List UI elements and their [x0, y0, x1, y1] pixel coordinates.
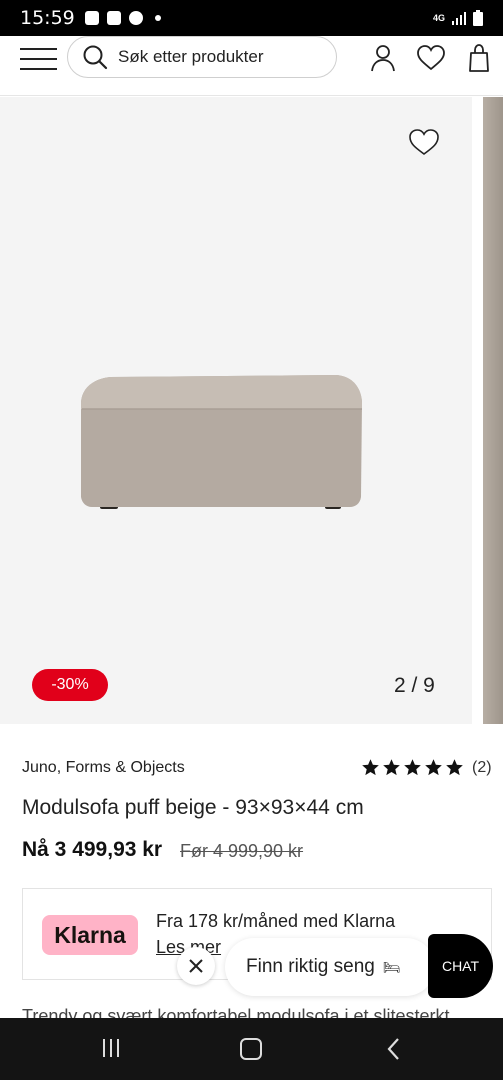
review-count: (2) [472, 758, 492, 776]
back-icon[interactable] [384, 1037, 404, 1061]
star-icon [425, 759, 442, 776]
gallery-next-image-peek[interactable] [483, 97, 503, 724]
status-bar: 15:59 4G [0, 0, 503, 36]
recent-apps-button[interactable] [100, 1037, 122, 1059]
product-title: Modulsofa puff beige - 93×93×44 cm [22, 796, 364, 819]
star-icon [383, 759, 400, 776]
gallery-gap [472, 97, 483, 724]
gallery-counter: 2 / 9 [394, 674, 435, 697]
chat-notification-icon [128, 11, 143, 25]
brand-name[interactable]: Juno, Forms & Objects [22, 759, 185, 777]
star-icon [362, 759, 379, 776]
star-icon [446, 759, 463, 776]
current-price: Nå 3 499,93 kr [22, 838, 163, 861]
menu-icon[interactable] [20, 46, 57, 72]
favorite-heart-icon[interactable] [408, 127, 440, 157]
search-placeholder: Søk etter produkter [118, 47, 264, 66]
status-time: 15:59 [20, 7, 75, 29]
gallery-main-image[interactable] [0, 97, 472, 724]
heart-icon[interactable] [416, 43, 446, 73]
close-icon [189, 959, 203, 973]
close-widget-button[interactable] [177, 947, 215, 985]
status-right: 4G [433, 10, 483, 26]
system-nav-bar [0, 1018, 503, 1080]
app-notification-icon [106, 11, 121, 25]
bag-icon[interactable] [464, 43, 494, 73]
klarna-logo: Klarna [42, 915, 138, 955]
gallery-notification-icon [84, 11, 99, 25]
find-bed-button[interactable]: Finn riktig seng 🛏 [225, 938, 435, 996]
signal-icon [452, 12, 466, 25]
bed-icon: 🛏 [382, 958, 401, 975]
original-price: Før 4 999,90 kr [180, 841, 304, 861]
site-header: Søk etter produkter [0, 36, 503, 96]
battery-icon [473, 10, 483, 26]
chat-button[interactable]: CHAT [428, 934, 493, 998]
find-bed-label: Finn riktig seng [246, 956, 375, 977]
search-icon [83, 45, 108, 70]
product-image [81, 375, 362, 509]
klarna-text: Fra 178 kr/måned med Klarna [156, 911, 396, 931]
star-icon [404, 759, 421, 776]
rating[interactable]: (2) [361, 758, 492, 777]
more-notifications-icon [154, 15, 161, 21]
discount-badge: -30% [32, 669, 108, 701]
account-icon[interactable] [368, 43, 398, 73]
product-gallery[interactable]: -30% 2 / 9 [0, 97, 503, 724]
search-input[interactable]: Søk etter produkter [67, 36, 337, 78]
network-label: 4G [432, 13, 445, 23]
home-button[interactable] [240, 1038, 262, 1060]
